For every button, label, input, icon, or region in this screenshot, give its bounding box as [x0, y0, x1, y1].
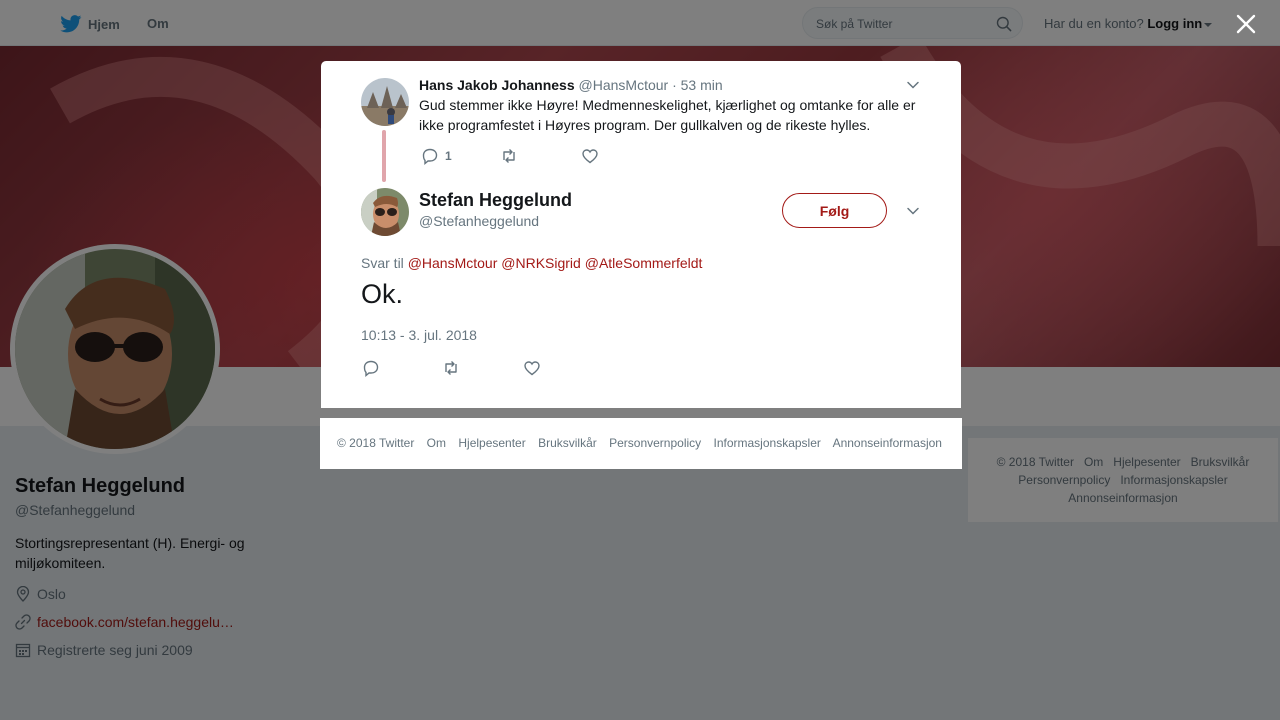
reply-to-prefix: Svar til: [361, 255, 404, 271]
reply-button[interactable]: [362, 359, 380, 377]
mention-link[interactable]: @NRKSigrid: [501, 255, 581, 271]
quoted-like-button[interactable]: [581, 147, 599, 165]
quoted-tweet-time[interactable]: · 53 min: [672, 77, 723, 93]
reply-icon: [363, 360, 379, 377]
reply-to-line: Svar til @HansMctour @NRKSigrid @AtleSom…: [361, 255, 702, 271]
like-icon: [524, 361, 540, 376]
footer-link[interactable]: Hjelpesenter: [458, 436, 525, 450]
quoted-author-avatar[interactable]: [361, 78, 409, 126]
modal-footer: © 2018 Twitter Om Hjelpesenter Bruksvilk…: [320, 418, 962, 469]
quoted-tweet-header: Hans Jakob Johanness @HansMctour · 53 mi…: [419, 77, 723, 93]
retweet-icon: [503, 149, 515, 163]
like-button[interactable]: [523, 359, 541, 377]
footer-link[interactable]: Annonseinformasjon: [833, 436, 942, 450]
retweet-button[interactable]: [442, 359, 460, 377]
quoted-author-name[interactable]: Hans Jakob Johanness: [419, 77, 575, 93]
quoted-retweet-button[interactable]: [500, 147, 518, 165]
retweet-icon: [445, 361, 457, 375]
footer-link[interactable]: Bruksvilkår: [538, 436, 597, 450]
main-tweet-text: Ok.: [361, 279, 404, 309]
main-author-handle[interactable]: @Stefanheggelund: [419, 213, 539, 229]
quoted-author-handle[interactable]: @HansMctour: [579, 77, 669, 93]
reply-icon: [422, 148, 438, 165]
tweet-modal: Hans Jakob Johanness @HansMctour · 53 mi…: [321, 61, 961, 408]
chevron-down-icon[interactable]: [906, 204, 920, 218]
mention-link[interactable]: @HansMctour: [408, 255, 498, 271]
main-author-avatar[interactable]: [361, 188, 409, 236]
chevron-down-icon[interactable]: [906, 78, 920, 92]
mention-link[interactable]: @AtleSommerfeldt: [585, 255, 703, 271]
footer-copyright: © 2018 Twitter: [337, 436, 415, 450]
close-icon[interactable]: [1234, 12, 1258, 36]
footer-link[interactable]: Personvernpolicy: [609, 436, 701, 450]
footer-link[interactable]: Informasjonskapsler: [714, 436, 821, 450]
quoted-tweet-text: Gud stemmer ikke Høyre! Medmenneskelighe…: [419, 97, 916, 133]
thread-connector: [382, 130, 386, 182]
like-icon: [582, 149, 598, 164]
main-author-name[interactable]: Stefan Heggelund: [419, 190, 572, 211]
quoted-reply-count: 1: [445, 149, 452, 163]
quoted-reply-button[interactable]: 1: [421, 147, 452, 165]
footer-link[interactable]: Om: [427, 436, 446, 450]
main-tweet-timestamp[interactable]: 10:13 - 3. jul. 2018: [361, 327, 477, 343]
follow-button[interactable]: Følg: [782, 193, 887, 228]
